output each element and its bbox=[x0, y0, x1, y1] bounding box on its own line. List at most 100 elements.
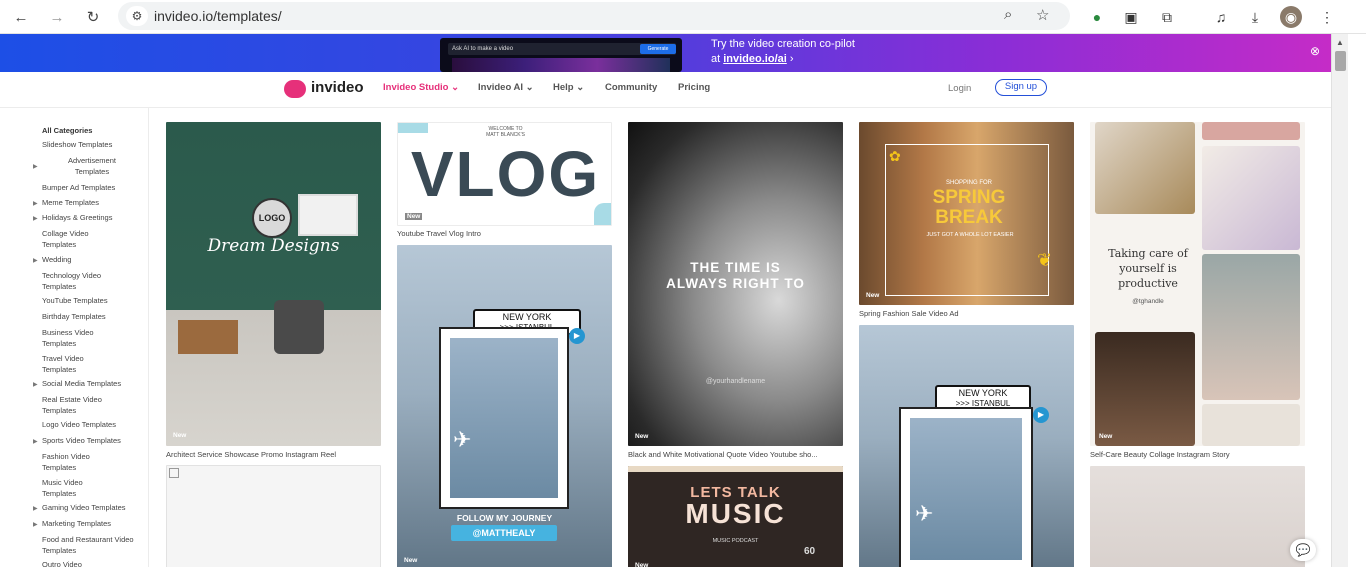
sidebar-item-travel[interactable]: Travel Video Templates bbox=[42, 354, 102, 375]
bookmark-star-icon[interactable]: ☆ bbox=[1036, 6, 1049, 24]
chevron-right-icon[interactable]: ▶ bbox=[33, 505, 38, 512]
architect-script-text: Dream Designs bbox=[207, 236, 340, 256]
chevron-right-icon[interactable]: ▶ bbox=[33, 257, 38, 264]
sidebar-item-holidays[interactable]: Holidays & Greetings bbox=[42, 213, 146, 224]
sidebar-item-music[interactable]: Music Video Templates bbox=[42, 478, 98, 499]
scroll-up-icon[interactable]: ▲ bbox=[1336, 38, 1344, 47]
sidebar-item-wedding[interactable]: Wedding bbox=[42, 255, 146, 266]
promo-banner[interactable]: Ask AI to make a video Generate Try the … bbox=[0, 34, 1331, 72]
back-icon[interactable]: ← bbox=[10, 6, 32, 28]
chat-support-icon[interactable]: 💬 bbox=[1290, 539, 1316, 561]
template-card-architect[interactable]: LOGO Dream Designs New bbox=[166, 122, 381, 446]
sidebar-item-logo[interactable]: Logo Video Templates bbox=[42, 420, 146, 431]
profile-avatar[interactable]: ◉ bbox=[1280, 6, 1302, 28]
chevron-right-icon[interactable]: ▶ bbox=[33, 200, 38, 207]
sidebar-item-bumper-ad[interactable]: Bumper Ad Templates bbox=[42, 183, 146, 194]
sidebar-item-advertisement[interactable]: Advertisement Templates bbox=[42, 156, 122, 177]
sidebar-item-slideshow[interactable]: Slideshow Templates bbox=[42, 140, 146, 151]
banner-subline[interactable]: at invideo.io/ai › bbox=[711, 53, 794, 65]
template-card-vlog[interactable]: WELCOME TO MATT BLANCK'S VLOG New bbox=[397, 122, 612, 226]
scroll-thumb[interactable] bbox=[1335, 51, 1346, 71]
template-card-loading[interactable] bbox=[166, 465, 381, 567]
chevron-right-icon[interactable]: ▶ bbox=[33, 215, 38, 222]
url-text: invideo.io/templates/ bbox=[154, 8, 282, 24]
caption-spring[interactable]: Spring Fashion Sale Video Ad bbox=[859, 309, 959, 318]
new-badge: New bbox=[635, 562, 649, 567]
browser-menu-icon[interactable]: ⋮ bbox=[1316, 6, 1338, 28]
gmail-extension-icon[interactable]: ▣ bbox=[1120, 6, 1142, 28]
music-subtitle: MUSIC PODCAST bbox=[712, 538, 759, 544]
new-badge: New bbox=[173, 432, 187, 439]
chevron-right-icon[interactable]: ▶ bbox=[33, 163, 38, 170]
caption-clock[interactable]: Black and White Motivational Quote Video… bbox=[628, 450, 818, 459]
caption-selfcare[interactable]: Self-Care Beauty Collage Instagram Story bbox=[1090, 450, 1230, 459]
sidebar-item-collage[interactable]: Collage Video Templates bbox=[42, 229, 108, 250]
sidebar-item-social-media[interactable]: Social Media Templates bbox=[42, 379, 146, 390]
invideo-logo-icon[interactable] bbox=[284, 80, 306, 98]
template-card-selfcare[interactable]: Taking care of yourself is productive @t… bbox=[1090, 122, 1305, 446]
sidebar-item-business[interactable]: Business Video Templates bbox=[42, 328, 108, 349]
sidebar-item-youtube[interactable]: YouTube Templates bbox=[42, 296, 146, 307]
puzzle-extensions-icon[interactable]: ⧉ bbox=[1156, 6, 1178, 28]
collage-face-mask bbox=[1202, 254, 1300, 400]
music-title-2: MUSIC bbox=[685, 498, 786, 529]
sidebar-title[interactable]: All Categories bbox=[42, 126, 146, 137]
armchair-shape bbox=[274, 300, 324, 354]
template-card-journey-2[interactable]: NEW YORK >>> ISTANBUL ▶ ✈ bbox=[859, 325, 1074, 567]
download-icon[interactable]: ⤓ bbox=[1244, 6, 1266, 28]
nav-community[interactable]: Community bbox=[605, 82, 657, 93]
nav-help[interactable]: Help ⌄ bbox=[553, 82, 584, 93]
play-icon: ▶ bbox=[569, 328, 585, 344]
template-card-spring[interactable]: ✿ SHOPPING FOR SPRING BREAK JUST GOT A W… bbox=[859, 122, 1074, 305]
clock-handle: @yourhandlename bbox=[705, 378, 766, 385]
zoom-icon[interactable]: ⌕ bbox=[1004, 6, 1012, 23]
sidebar-item-meme[interactable]: Meme Templates bbox=[42, 198, 146, 209]
sidebar-item-fashion[interactable]: Fashion Video Templates bbox=[42, 452, 106, 473]
signup-button[interactable]: Sign up bbox=[995, 79, 1047, 96]
forward-icon[interactable]: → bbox=[46, 6, 68, 28]
banner-link[interactable]: invideo.io/ai bbox=[723, 53, 787, 65]
sidebar-item-birthday[interactable]: Birthday Templates bbox=[42, 312, 146, 323]
journey2-city-2: >>> ISTANBUL bbox=[955, 399, 1011, 408]
sidebar-item-technology[interactable]: Technology Video Templates bbox=[42, 271, 116, 292]
music-badge: 60 bbox=[804, 546, 816, 557]
collage-jewelry bbox=[1095, 122, 1195, 214]
chevron-right-icon[interactable]: ▶ bbox=[33, 438, 38, 445]
sidebar-item-food[interactable]: Food and Restaurant Video Templates bbox=[42, 535, 134, 556]
nav-invideo-ai[interactable]: Invideo AI ⌄ bbox=[478, 82, 534, 93]
browser-toolbar: ← → ↻ ⚙ invideo.io/templates/ ⌕ ☆ ● ▣ ⧉ … bbox=[0, 0, 1366, 34]
page-scrollbar[interactable]: ▲ bbox=[1331, 34, 1348, 567]
collage-book bbox=[1202, 404, 1300, 446]
sidebar-item-real-estate[interactable]: Real Estate Video Templates bbox=[42, 395, 118, 416]
sidebar-item-sports[interactable]: Sports Video Templates bbox=[42, 436, 146, 447]
template-card-clock[interactable]: THE TIME IS ALWAYS RIGHT TO @yourhandlen… bbox=[628, 122, 843, 446]
chevron-right-icon[interactable]: ▶ bbox=[33, 381, 38, 388]
category-sidebar: All Categories Slideshow Templates ▶ Adv… bbox=[0, 108, 149, 569]
site-settings-icon[interactable]: ⚙ bbox=[126, 6, 148, 26]
sidebar-item-marketing[interactable]: Marketing Templates bbox=[42, 519, 146, 530]
vlog-big-text: VLOG bbox=[410, 138, 601, 210]
new-badge: New bbox=[405, 213, 423, 220]
banner-close-icon[interactable]: ⊗ bbox=[1310, 44, 1320, 58]
sideboard-shape bbox=[178, 320, 238, 354]
sidebar-item-outro[interactable]: Outro Video bbox=[42, 560, 146, 571]
media-control-icon[interactable]: ♫ bbox=[1210, 6, 1232, 28]
banner-arrow: › bbox=[786, 53, 794, 65]
nav-pricing[interactable]: Pricing bbox=[678, 82, 710, 93]
extension-icon[interactable]: ● bbox=[1086, 6, 1108, 28]
template-card-music[interactable]: LETS TALK MUSIC MUSIC PODCAST 60 New bbox=[628, 466, 843, 567]
login-link[interactable]: Login bbox=[948, 83, 971, 94]
caption-vlog[interactable]: Youtube Travel Vlog Intro bbox=[397, 229, 481, 238]
collage-tea bbox=[1202, 146, 1300, 250]
address-bar[interactable]: ⚙ invideo.io/templates/ ⌕ ☆ bbox=[118, 2, 1070, 30]
template-card-journey[interactable]: NEW YORK >>> ISTANBUL ▶ ✈ FOLLOW MY JOUR… bbox=[397, 245, 612, 567]
caption-architect[interactable]: Architect Service Showcase Promo Instagr… bbox=[166, 450, 336, 459]
template-card-bottom-right[interactable] bbox=[1090, 466, 1305, 567]
nav-invideo-studio[interactable]: Invideo Studio ⌄ bbox=[383, 82, 459, 93]
brand-name[interactable]: invideo bbox=[311, 79, 364, 96]
spring-shopping-text: SHOPPING FOR bbox=[945, 180, 992, 186]
spring-sub: JUST GOT A WHOLE LOT EASIER bbox=[926, 232, 1014, 238]
reload-icon[interactable]: ↻ bbox=[82, 6, 104, 28]
sidebar-item-gaming[interactable]: Gaming Video Templates bbox=[42, 503, 146, 514]
chevron-right-icon[interactable]: ▶ bbox=[33, 521, 38, 528]
